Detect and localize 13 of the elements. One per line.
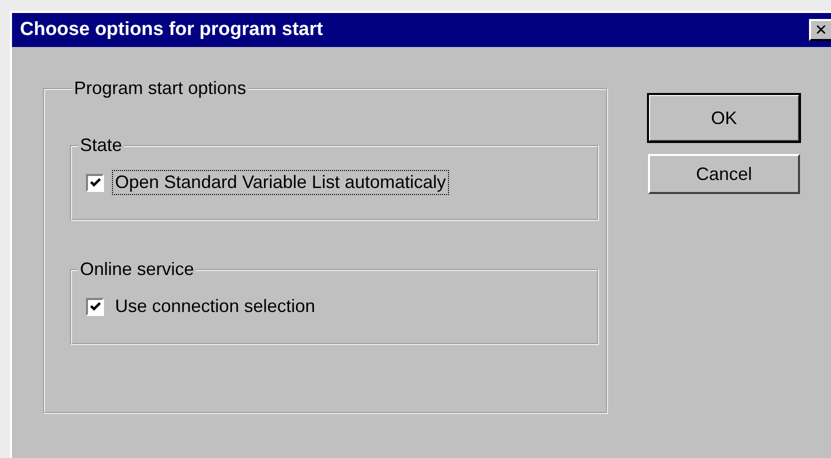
ok-button[interactable]: OK — [648, 94, 800, 142]
close-button[interactable]: ✕ — [809, 19, 831, 41]
checkbox-label[interactable]: Use connection selection — [112, 294, 318, 319]
section-title: Online service — [79, 259, 196, 280]
checkmark-icon — [90, 178, 100, 188]
window-title: Choose options for program start — [20, 19, 323, 41]
checkbox-label[interactable]: Open Standard Variable List automaticaly — [112, 170, 449, 195]
checkmark-icon — [90, 302, 100, 312]
checkbox[interactable] — [86, 298, 104, 316]
group-title: Program start options — [73, 78, 248, 99]
checkbox[interactable] — [86, 174, 104, 192]
section-title: State — [79, 135, 124, 156]
cancel-button[interactable]: Cancel — [648, 154, 800, 194]
